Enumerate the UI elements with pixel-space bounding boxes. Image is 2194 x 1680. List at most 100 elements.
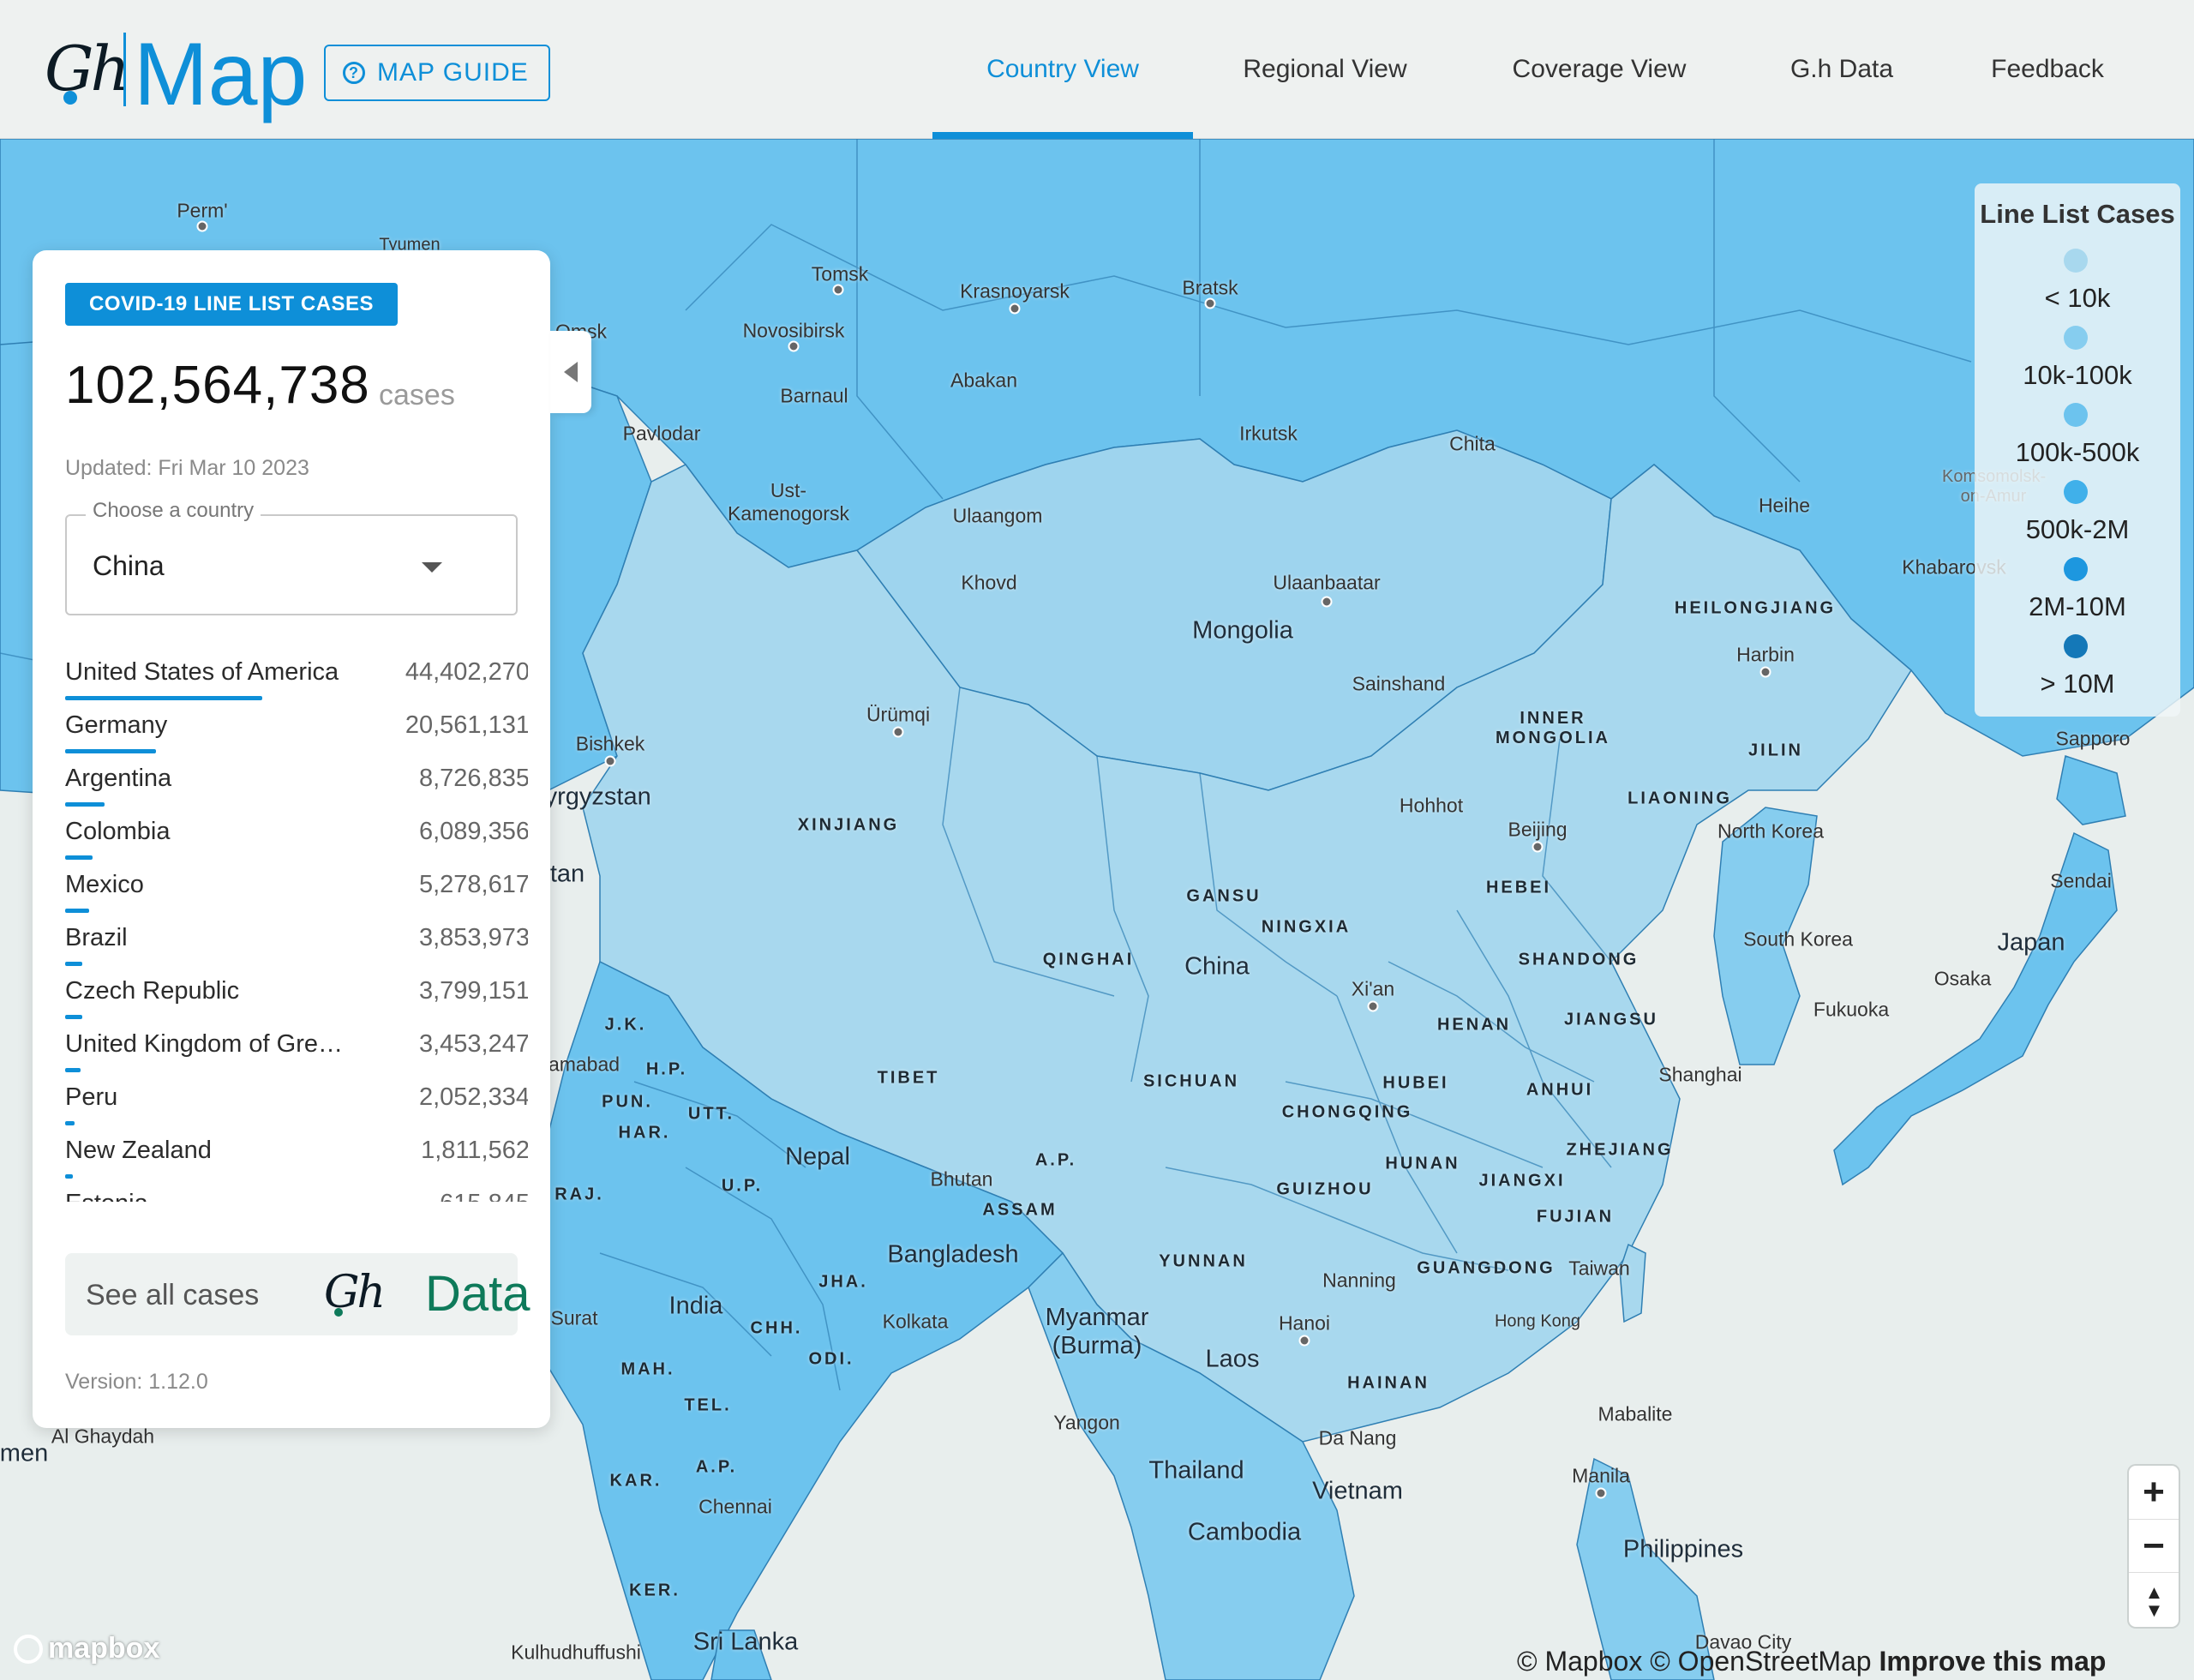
province-label: HEBEI bbox=[1485, 878, 1552, 897]
country-row[interactable]: Colombia 6,089,356 bbox=[65, 818, 528, 871]
city-label: Xi'an bbox=[1351, 977, 1395, 1000]
country-value: 8,726,835 bbox=[418, 765, 528, 792]
city-label: Manila bbox=[1572, 1464, 1630, 1487]
country-label: Sri Lanka bbox=[692, 1628, 799, 1656]
compass-button[interactable]: ▲▼ bbox=[2129, 1572, 2179, 1626]
country-select-label: Choose a country bbox=[86, 499, 261, 523]
province-label: KAR. bbox=[609, 1471, 662, 1491]
city-label: Heihe bbox=[1758, 494, 1811, 517]
country-row[interactable]: Peru 2,052,334 bbox=[65, 1083, 528, 1137]
legend-swatch bbox=[2064, 480, 2088, 504]
tab-label: Feedback bbox=[1991, 55, 2104, 83]
province-label: HAR. bbox=[618, 1123, 671, 1143]
city-label: Abakan bbox=[950, 369, 1018, 392]
province-label: SHANDONG bbox=[1518, 950, 1640, 969]
country-label: South Korea bbox=[1743, 927, 1853, 951]
gh-logo-mark: Gh bbox=[45, 33, 130, 105]
see-all-cases-button[interactable]: See all cases Gh Data bbox=[65, 1253, 531, 1335]
collapse-panel-button[interactable] bbox=[550, 331, 591, 413]
logo-dot bbox=[334, 1308, 343, 1317]
zoom-out-button[interactable]: − bbox=[2129, 1519, 2179, 1573]
city-marker bbox=[1298, 1335, 1310, 1347]
city-label: Osaka bbox=[1933, 967, 1992, 990]
city-label: Ulaangom bbox=[952, 504, 1043, 527]
mapbox-logo-text: mapbox bbox=[48, 1632, 160, 1665]
attribution-osm-link[interactable]: © OpenStreetMap bbox=[1650, 1646, 1871, 1677]
country-row[interactable]: Mexico 5,278,617 bbox=[65, 871, 528, 924]
country-value: 3,453,247 bbox=[418, 1030, 528, 1058]
province-label: TIBET bbox=[877, 1068, 940, 1088]
province-label: CHONGQING bbox=[1281, 1102, 1413, 1122]
country-label: tan bbox=[549, 860, 585, 888]
country-row[interactable]: United States of America 44,402,270 bbox=[65, 658, 528, 711]
country-row[interactable]: Germany 20,561,131 bbox=[65, 711, 528, 765]
map-guide-button[interactable]: ? MAP GUIDE bbox=[324, 45, 550, 101]
tab-coverage-view[interactable]: Coverage View bbox=[1488, 0, 1711, 139]
country-row[interactable]: Brazil 3,853,973 bbox=[65, 924, 528, 977]
country-row[interactable]: New Zealand 1,811,562 bbox=[65, 1137, 528, 1190]
country-bar bbox=[65, 696, 262, 700]
province-label: PUN. bbox=[602, 1092, 653, 1112]
info-panel: COVID-19 LINE LIST CASES 102,564,738 cas… bbox=[33, 250, 550, 1428]
province-label: QINGHAI bbox=[1042, 950, 1135, 969]
logo-dot bbox=[63, 91, 77, 105]
city-label: Da Nang bbox=[1318, 1426, 1397, 1449]
province-label: RAJ. bbox=[554, 1185, 604, 1204]
province-label: YUNNAN bbox=[1159, 1251, 1248, 1271]
case-unit: cases bbox=[379, 379, 455, 411]
country-bar bbox=[65, 855, 93, 860]
country-name: Colombia bbox=[65, 818, 171, 845]
country-name: Peru bbox=[65, 1083, 118, 1111]
country-row[interactable]: Argentina 8,726,835 bbox=[65, 765, 528, 818]
app-logo[interactable]: Gh Map bbox=[45, 25, 307, 124]
tab-country-view[interactable]: Country View bbox=[932, 0, 1193, 139]
country-name: United States of America bbox=[65, 658, 339, 686]
legend-swatch bbox=[2064, 557, 2088, 581]
country-row[interactable]: Estonia 615,845 bbox=[65, 1190, 528, 1202]
country-name: Mexico bbox=[65, 871, 144, 898]
country-row[interactable]: United Kingdom of Great Britain 3,453,24… bbox=[65, 1030, 528, 1083]
tab-feedback[interactable]: Feedback bbox=[1964, 0, 2131, 139]
city-label: Kulhudhuffushi bbox=[511, 1641, 641, 1664]
mapbox-logo[interactable]: mapbox bbox=[14, 1632, 159, 1665]
attribution-mapbox-link[interactable]: © Mapbox bbox=[1517, 1646, 1642, 1677]
province-label: CHH. bbox=[750, 1318, 803, 1338]
country-select[interactable]: Choose a country China bbox=[65, 499, 518, 615]
province-label: GUANGDONG bbox=[1417, 1258, 1556, 1278]
zoom-in-button[interactable]: + bbox=[2129, 1466, 2179, 1519]
legend-label: 500k-2M bbox=[2025, 514, 2130, 544]
chevron-down-icon bbox=[422, 562, 442, 573]
tab-gh-data[interactable]: G.h Data bbox=[1771, 0, 1913, 139]
legend-item: > 10M bbox=[1975, 634, 2180, 711]
province-label: GANSU bbox=[1186, 886, 1262, 906]
total-case-count: 102,564,738 bbox=[65, 356, 370, 415]
city-marker bbox=[1595, 1487, 1607, 1499]
city-label: Novosibirsk bbox=[742, 319, 845, 342]
province-label: ANHUI bbox=[1526, 1080, 1594, 1100]
country-select-value: China bbox=[93, 550, 165, 581]
country-bar bbox=[65, 749, 156, 753]
country-list[interactable]: United States of America 44,402,270 Germ… bbox=[65, 658, 528, 1202]
country-bar bbox=[65, 962, 82, 966]
city-label: Tomsk bbox=[811, 262, 869, 285]
province-label: JIANGXI bbox=[1478, 1171, 1566, 1191]
zoom-controls: + − ▲▼ bbox=[2129, 1466, 2179, 1627]
province-label: JIANGSU bbox=[1564, 1010, 1658, 1029]
improve-map-link[interactable]: Improve this map bbox=[1879, 1646, 2106, 1677]
city-label: Bishkek bbox=[575, 732, 645, 755]
country-name: Estonia bbox=[65, 1190, 348, 1202]
province-label: H.P. bbox=[645, 1059, 688, 1079]
country-bar bbox=[65, 1174, 73, 1179]
city-label: Chennai bbox=[698, 1495, 772, 1518]
legend-swatch bbox=[2064, 403, 2088, 427]
country-label: Bhutan bbox=[930, 1167, 993, 1191]
city-label: Sendai bbox=[2050, 869, 2112, 892]
province-label: FUJIAN bbox=[1536, 1207, 1615, 1227]
legend-swatch bbox=[2064, 326, 2088, 350]
city-label: Ulaanbaatar bbox=[1273, 571, 1381, 594]
tab-regional-view[interactable]: Regional View bbox=[1214, 0, 1436, 139]
country-row[interactable]: Czech Republic 3,799,151 bbox=[65, 977, 528, 1030]
country-label: China bbox=[1184, 952, 1250, 981]
province-label: U.P. bbox=[721, 1176, 764, 1196]
legend-item: 2M-10M bbox=[1975, 557, 2180, 634]
